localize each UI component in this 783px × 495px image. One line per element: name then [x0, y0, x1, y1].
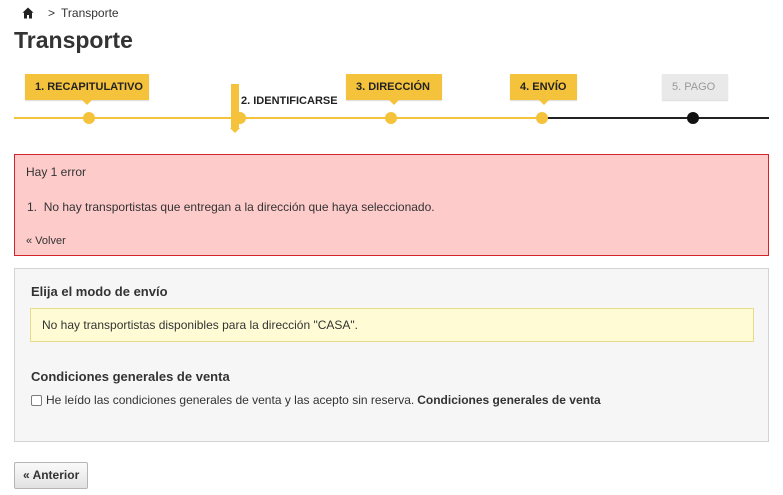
terms-heading: Condiciones generales de venta [31, 369, 230, 384]
step-recapitulativo[interactable]: 1. RECAPITULATIVO [25, 74, 149, 100]
breadcrumb-separator: > [48, 6, 56, 20]
terms-checkbox[interactable] [31, 394, 42, 406]
step-current-marker [230, 84, 240, 133]
progress-line-todo [542, 117, 769, 119]
error-item-text: No hay transportistas que entregan a la … [43, 200, 435, 214]
terms-checkbox-label[interactable]: He leído las condiciones generales de ve… [46, 393, 414, 407]
step-label-2: 2. IDENTIFICARSE [241, 95, 338, 107]
error-item-number: 1. [27, 200, 38, 214]
breadcrumb-current: Transporte [61, 6, 119, 20]
terms-row: He leído las condiciones generales de ve… [31, 393, 601, 407]
step-label-4: 4. ENVÍO [510, 74, 577, 100]
breadcrumb: > Transporte [22, 5, 119, 21]
step-dot-1 [83, 112, 95, 124]
page-title: Transporte [14, 27, 133, 53]
step-envio[interactable]: 4. ENVÍO [510, 74, 577, 100]
step-label-3: 3. DIRECCIÓN [346, 74, 442, 100]
shipping-heading: Elija el modo de envío [31, 284, 168, 299]
step-pago: 5. PAGO [662, 74, 728, 100]
step-identificarse: 2. IDENTIFICARSE [230, 84, 341, 134]
previous-button[interactable]: « Anterior [14, 462, 89, 489]
step-direccion[interactable]: 3. DIRECCIÓN [346, 74, 442, 100]
step-label-1: 1. RECAPITULATIVO [25, 74, 149, 100]
step-dot-4 [536, 112, 548, 124]
shipping-panel: Elija el modo de envío No hay transporti… [14, 268, 769, 442]
error-box: Hay 1 error 1. No hay transportistas que… [14, 154, 769, 256]
error-title: Hay 1 error [26, 165, 87, 179]
terms-link[interactable]: Condiciones generales de venta [417, 393, 600, 407]
step-dot-5 [687, 112, 699, 124]
checkout-steps: 1. RECAPITULATIVO 2. IDENTIFICARSE 3. DI… [14, 70, 769, 133]
step-label-5: 5. PAGO [662, 74, 728, 100]
home-icon[interactable] [22, 7, 34, 19]
error-item: 1. No hay transportistas que entregan a … [27, 200, 435, 214]
no-carrier-warning: No hay transportistas disponibles para l… [30, 308, 754, 342]
step-dot-3 [385, 112, 397, 124]
back-link[interactable]: « Volver [26, 235, 66, 247]
